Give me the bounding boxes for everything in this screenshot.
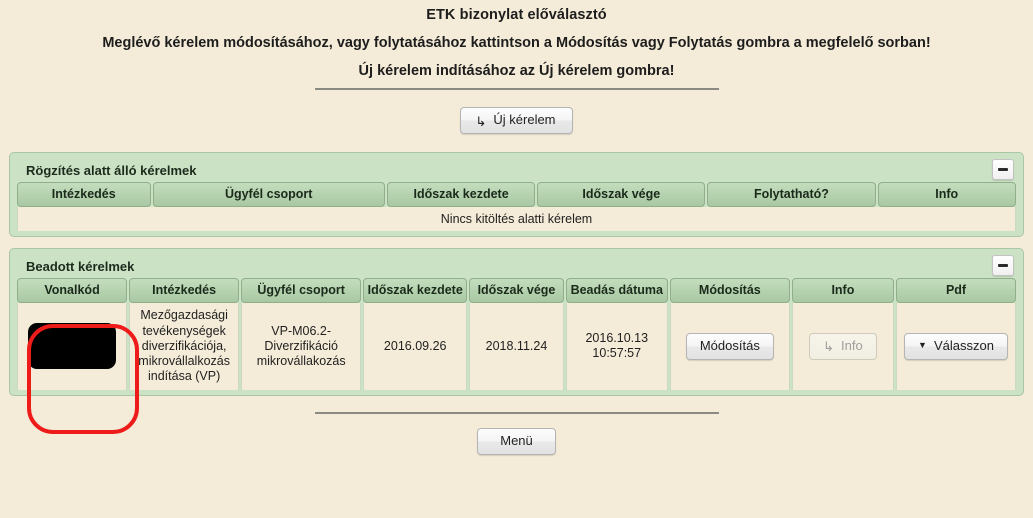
empty-state-message: Nincs kitöltés alatti kérelem — [17, 207, 1016, 232]
menu-button-label: Menü — [500, 432, 533, 448]
instruction-line-1: Meglévő kérelem módosításához, vagy foly… — [102, 35, 931, 51]
column-header-idoszak-kezdete[interactable]: Időszak kezdete — [363, 278, 468, 304]
page-header: ETK bizonylat előválasztó Meglévő kérele… — [0, 0, 1033, 90]
new-request-button-label: Új kérelem — [493, 112, 556, 127]
column-header-intezkedes[interactable]: Intézkedés — [17, 182, 151, 208]
arrow-enter-icon: ↳ — [475, 113, 487, 129]
cell-info: ↳ Info — [791, 303, 895, 390]
pending-requests-header-row: Intézkedés Ügyfél csoport Időszak kezdet… — [17, 182, 1016, 208]
column-header-idoszak-vege[interactable]: Időszak vége — [469, 278, 564, 304]
table-row: Mezőgazdasági tevékenységek diverzifikác… — [17, 303, 1016, 390]
column-header-info[interactable]: Info — [791, 278, 895, 304]
page-title: ETK bizonylat előválasztó — [426, 7, 607, 23]
page-footer: Menü — [0, 411, 1033, 455]
info-button-label: Info — [841, 337, 863, 353]
info-button[interactable]: ↳ Info — [809, 332, 877, 361]
column-header-ugyfel-csoport[interactable]: Ügyfél csoport — [241, 278, 362, 304]
minus-glyph — [998, 264, 1008, 268]
menu-button[interactable]: Menü — [477, 427, 556, 455]
panel-submitted-requests: Beadott kérelmek Vonalkód Intézkedés Ügy… — [9, 248, 1024, 396]
cell-ugyfel-csoport: VP-M06.2-Diverzifikáció mikrovállakozás — [241, 303, 362, 390]
panel-submitted-requests-title: Beadott kérelmek — [26, 258, 135, 274]
panel-pending-requests-header: Rögzítés alatt álló kérelmek — [15, 158, 1018, 182]
instruction-line-2: Új kérelem indításához az Új kérelem gom… — [358, 63, 675, 79]
column-header-vonalkod[interactable]: Vonalkód — [17, 278, 128, 304]
pdf-select-label: Válasszon — [933, 337, 994, 353]
column-header-folytathato[interactable]: Folytatható? — [707, 182, 876, 208]
column-header-beadas-datuma[interactable]: Beadás dátuma — [565, 278, 668, 304]
pdf-select-dropdown[interactable]: ▼ Válasszon — [904, 332, 1008, 361]
header-divider — [314, 88, 719, 90]
cell-beadas-datuma: 2016.10.13 10:57:57 — [565, 303, 668, 390]
pending-requests-table: Intézkedés Ügyfél csoport Időszak kezdet… — [15, 182, 1018, 232]
column-header-intezkedes[interactable]: Intézkedés — [129, 278, 240, 304]
panel-pending-requests-title: Rögzítés alatt álló kérelmek — [26, 162, 197, 178]
minimize-icon[interactable] — [992, 159, 1014, 181]
barcode-redaction-box — [28, 323, 117, 370]
panel-submitted-requests-header: Beadott kérelmek — [15, 254, 1018, 278]
column-header-info[interactable]: Info — [877, 182, 1016, 208]
minimize-icon[interactable] — [992, 255, 1014, 277]
panel-pending-requests: Rögzítés alatt álló kérelmek Intézkedés … — [9, 152, 1024, 238]
cell-vonalkod — [17, 303, 128, 390]
column-header-pdf[interactable]: Pdf — [896, 278, 1016, 304]
modify-button[interactable]: Módosítás — [685, 332, 774, 361]
column-header-idoszak-kezdete[interactable]: Időszak kezdete — [386, 182, 536, 208]
cell-idoszak-kezdete: 2016.09.26 — [363, 303, 468, 390]
new-request-button[interactable]: ↳ Új kérelem — [460, 107, 573, 135]
new-request-toolbar: ↳ Új kérelem — [0, 107, 1033, 135]
column-header-idoszak-vege[interactable]: Időszak vége — [537, 182, 706, 208]
pending-requests-empty-row: Nincs kitöltés alatti kérelem — [17, 207, 1016, 232]
cell-pdf: ▼ Válasszon — [896, 303, 1016, 390]
cell-modositas: Módosítás — [669, 303, 790, 390]
minus-glyph — [998, 168, 1008, 172]
footer-divider — [314, 411, 719, 414]
arrow-enter-icon: ↳ — [823, 339, 835, 355]
cell-intezkedes: Mezőgazdasági tevékenységek diverzifikác… — [129, 303, 240, 390]
cell-idoszak-vege: 2018.11.24 — [469, 303, 564, 390]
submitted-requests-header-row: Vonalkód Intézkedés Ügyfél csoport Idősz… — [17, 278, 1016, 304]
submitted-requests-table: Vonalkód Intézkedés Ügyfél csoport Idősz… — [15, 278, 1018, 390]
modify-button-label: Módosítás — [699, 337, 760, 353]
column-header-ugyfel-csoport[interactable]: Ügyfél csoport — [152, 182, 385, 208]
chevron-down-icon: ▼ — [918, 340, 927, 351]
column-header-modositas[interactable]: Módosítás — [669, 278, 790, 304]
